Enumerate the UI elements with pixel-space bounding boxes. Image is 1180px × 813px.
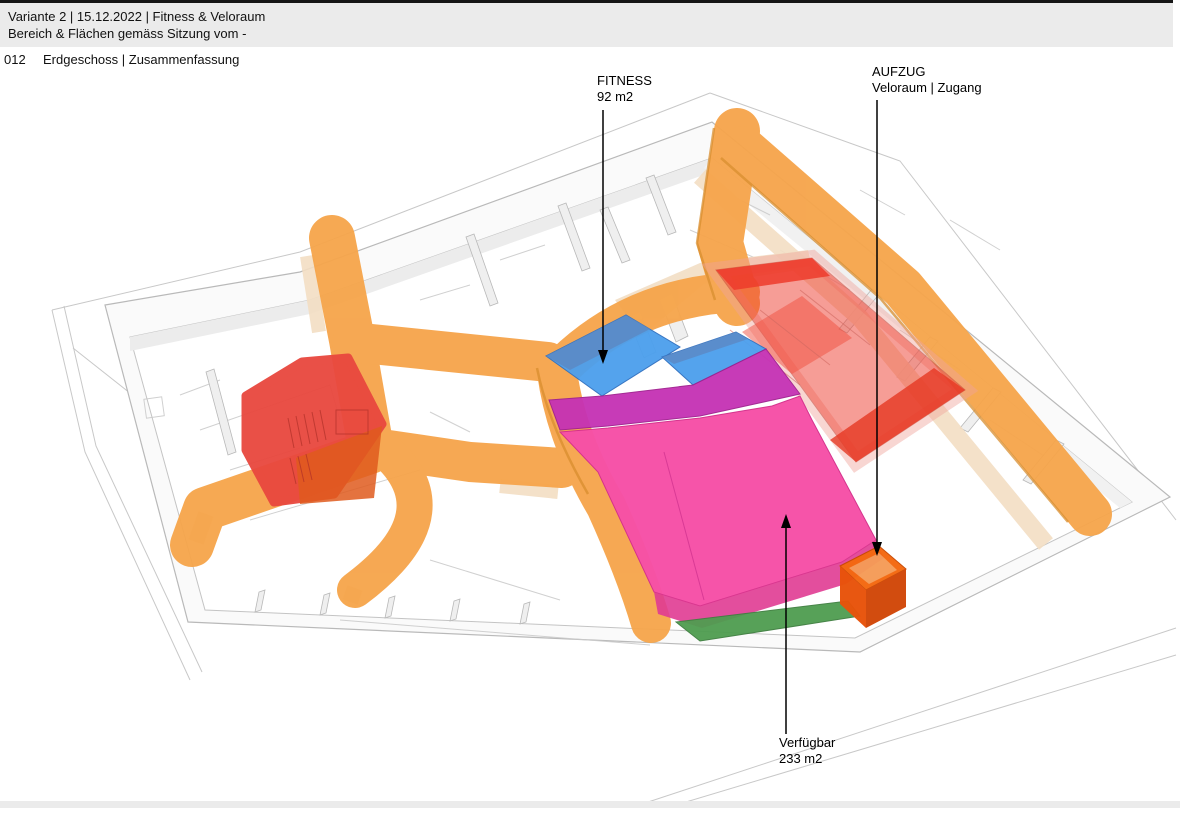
title-line-2: Bereich & Flächen gemäss Sitzung vom - xyxy=(8,26,247,41)
corridor-mid-link xyxy=(332,322,568,382)
fitness-label: FITNESS xyxy=(597,73,652,88)
document-number: 012 xyxy=(4,52,26,67)
verfuegbar-label: Verfügbar xyxy=(779,735,836,750)
bottom-gray-bar xyxy=(0,801,1180,808)
floor-plan-canvas: FITNESS 92 m2 AUFZUG Veloraum | Zugang V… xyxy=(0,0,1180,809)
verfuegbar-area: 233 m2 xyxy=(779,751,822,766)
room-red-left xyxy=(241,353,387,507)
document-title: Erdgeschoss | Zusammenfassung xyxy=(43,52,240,67)
document-line: 012 Erdgeschoss | Zusammenfassung xyxy=(0,52,1173,72)
axonometric-drawing: FITNESS 92 m2 AUFZUG Veloraum | Zugang V… xyxy=(51,64,1177,809)
title-line-1: Variante 2 | 15.12.2022 | Fitness & Velo… xyxy=(8,9,266,24)
aufzug-sub: Veloraum | Zugang xyxy=(872,80,982,95)
title-block: Variante 2 | 15.12.2022 | Fitness & Velo… xyxy=(0,3,1173,47)
fitness-area: 92 m2 xyxy=(597,89,633,104)
